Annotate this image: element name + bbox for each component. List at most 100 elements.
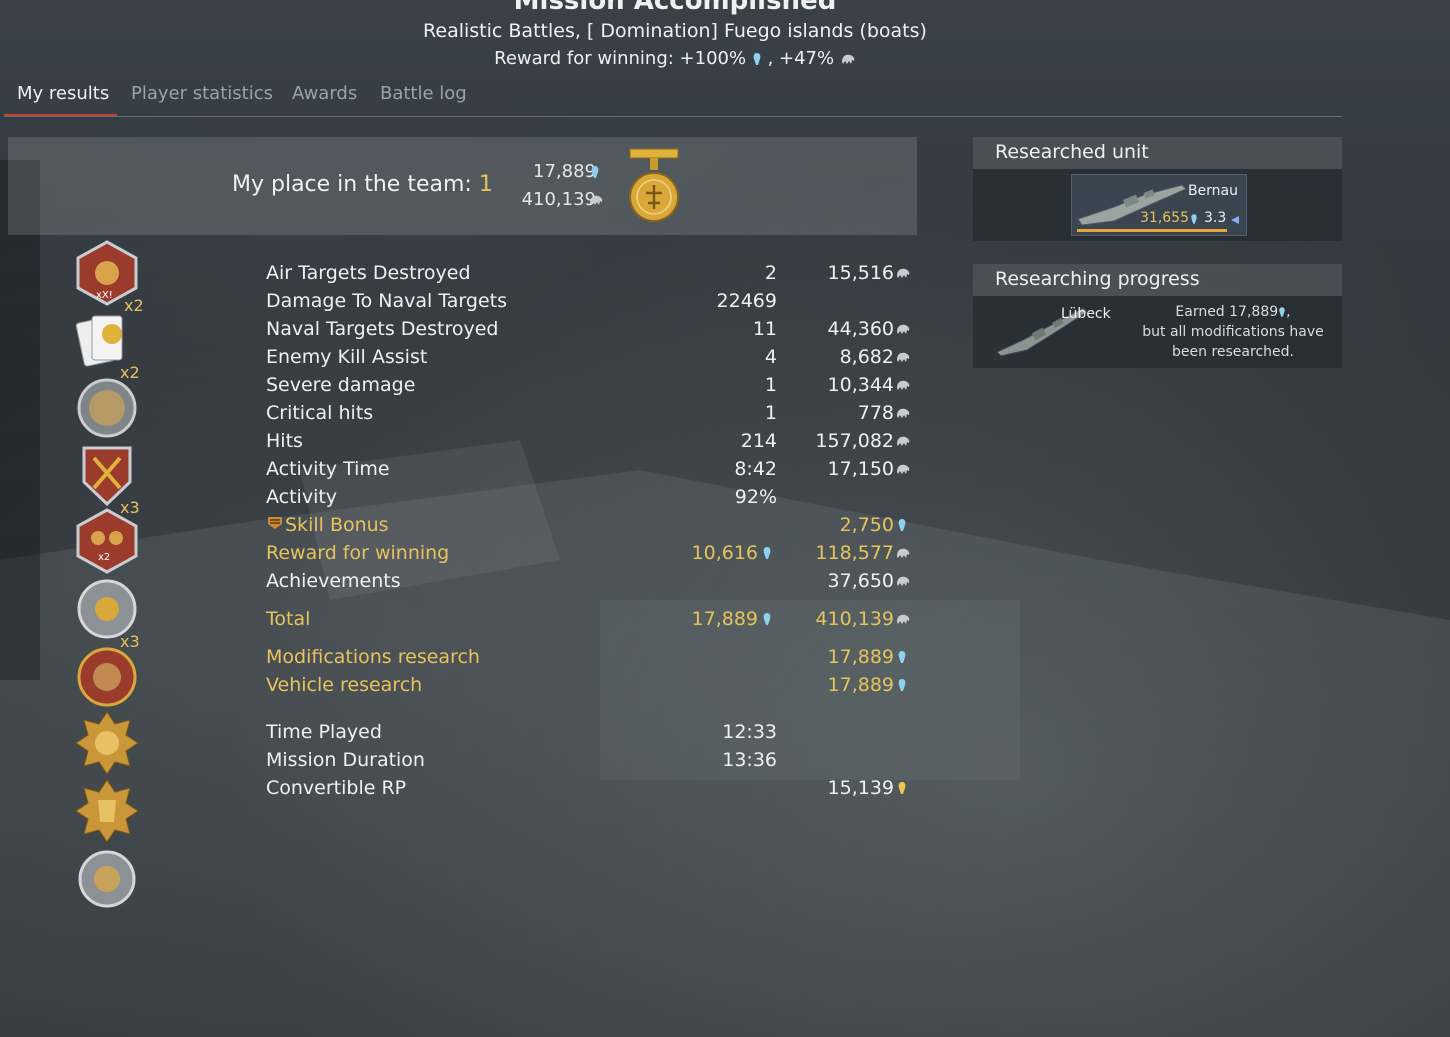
row-label: Time Played [266, 721, 382, 743]
silver-lions-icon [897, 464, 910, 474]
row-count: 1 [764, 402, 777, 424]
row-silver: 778 [857, 402, 894, 424]
researched-unit-header: Researched unit [973, 137, 1342, 169]
row-label: Naval Targets Destroyed [266, 318, 499, 340]
row-label: Achievements [266, 570, 401, 592]
mission-subtitle-text: Realistic Battles, [ Domination] Fuego i… [423, 20, 927, 42]
row-label: Total [266, 608, 311, 630]
active-tab-underline [4, 114, 117, 116]
team-place-value: 1 [478, 172, 493, 197]
row-research: 17,889 [827, 646, 894, 668]
silver-lions-icon [897, 352, 910, 362]
row-label: Convertible RP [266, 777, 407, 799]
reward-line: Reward for winning: +100% , +47% [0, 48, 1350, 69]
row-research: 17,889 [827, 674, 894, 696]
reward-separator: , +47% [767, 48, 835, 69]
row-silver: 17,150 [827, 458, 894, 480]
bronze-fist-award-icon[interactable] [74, 644, 140, 710]
row-label: Hits [266, 430, 303, 452]
silver-lions-icon [897, 324, 910, 334]
tab-player-statistics[interactable]: Player statistics [131, 83, 273, 104]
progress-line-3: been researched. [1172, 344, 1294, 360]
silver-anchor-award-icon[interactable] [74, 846, 140, 912]
row-label: Modifications research [266, 646, 480, 668]
row-label: Activity [266, 486, 338, 508]
row-convertible: 15,139 [827, 777, 894, 799]
row-silver: 44,360 [827, 318, 894, 340]
gold-shield-award-icon[interactable] [74, 778, 140, 844]
row-silver: 15,516 [827, 262, 894, 284]
research-points-icon [1279, 307, 1285, 317]
row-count: 12:33 [722, 721, 777, 743]
team-place-text: My place in the team: [232, 172, 479, 197]
row-count: 92% [734, 486, 777, 508]
reward-prefix: Reward for winning: +100% [494, 48, 747, 69]
silver-lions-icon [897, 408, 910, 418]
row-research: 10,616 [691, 542, 758, 564]
results-tabs: My results Player statistics Awards Batt… [4, 80, 1342, 117]
silver-lions-icon [897, 436, 910, 446]
progress-line-1: Earned 17,889, [1133, 302, 1333, 322]
row-label: Critical hits [266, 402, 374, 424]
team-sl-value: 410,139 [521, 189, 596, 210]
double-strike-award-icon[interactable]: x2 [74, 508, 140, 574]
row-count: 8:42 [734, 458, 777, 480]
row-label: Enemy Kill Assist [266, 346, 428, 368]
silver-lions-icon [897, 614, 910, 624]
row-research: 17,889 [691, 608, 758, 630]
progress-line-2: but all modifications have [1142, 324, 1324, 340]
row-silver: 118,577 [815, 542, 894, 564]
tab-awards[interactable]: Awards [292, 83, 357, 104]
row-research: 2,750 [839, 514, 894, 536]
tab-my-results[interactable]: My results [17, 83, 109, 104]
research-progress-bar [1077, 229, 1227, 232]
research-points-icon [763, 547, 771, 559]
team-place-label: My place in the team: 1 [232, 172, 493, 197]
convertible-rp-icon [898, 782, 906, 794]
row-count: 11 [752, 318, 777, 340]
silver-lions-icon [897, 576, 910, 586]
silver-lions-icon [841, 54, 855, 64]
skill-bonus-icon [268, 517, 282, 529]
row-silver: 37,650 [827, 570, 894, 592]
researched-unit-card[interactable]: Bernau 31,655 3.3 [1071, 174, 1247, 236]
researching-progress-title: Researching progress [995, 268, 1200, 290]
fist-award-icon[interactable] [74, 375, 140, 441]
mission-subtitle: Realistic Battles, [ Domination] Fuego i… [0, 20, 1350, 42]
row-silver: 8,682 [839, 346, 894, 368]
research-points-icon [763, 613, 771, 625]
team-sl: 410,139 [498, 189, 596, 210]
researching-unit-name: Lübeck [1061, 306, 1111, 322]
researched-unit-rp: 31,655 [1140, 210, 1189, 226]
row-count: 2 [764, 262, 777, 284]
team-rp: 17,889 [498, 161, 596, 182]
research-points-icon [898, 651, 906, 663]
silver-lions-icon [897, 548, 910, 558]
research-points-icon [898, 519, 906, 531]
research-points-icon [591, 166, 599, 178]
row-silver: 10,344 [827, 374, 894, 396]
row-count: 4 [764, 346, 777, 368]
tab-battle-log[interactable]: Battle log [380, 83, 467, 104]
research-points-icon [1191, 214, 1197, 224]
researching-progress-panel: Researching progress Lübeck Earned 17,88… [973, 264, 1342, 368]
row-count: 1 [764, 374, 777, 396]
awards-badges-column: xX! x2 x2 x3 x2 x3 [70, 240, 150, 920]
svg-text:x2: x2 [98, 552, 110, 563]
row-silver: 410,139 [815, 608, 894, 630]
progress-comma: , [1286, 304, 1291, 320]
first-place-medal-icon [629, 148, 679, 222]
row-label: Activity Time [266, 458, 390, 480]
researched-unit-title: Researched unit [995, 141, 1149, 163]
row-label: Severe damage [266, 374, 416, 396]
svg-text:xX!: xX! [96, 290, 113, 301]
gold-star-award-icon[interactable] [74, 710, 140, 776]
row-count: 13:36 [722, 749, 777, 771]
row-label: Reward for winning [266, 542, 450, 564]
researching-progress-header: Researching progress [973, 264, 1342, 296]
row-label: Damage To Naval Targets [266, 290, 507, 312]
progress-earned: Earned 17,889 [1175, 304, 1279, 320]
row-silver: 157,082 [815, 430, 894, 452]
row-label: Vehicle research [266, 674, 423, 696]
row-label: Mission Duration [266, 749, 425, 771]
